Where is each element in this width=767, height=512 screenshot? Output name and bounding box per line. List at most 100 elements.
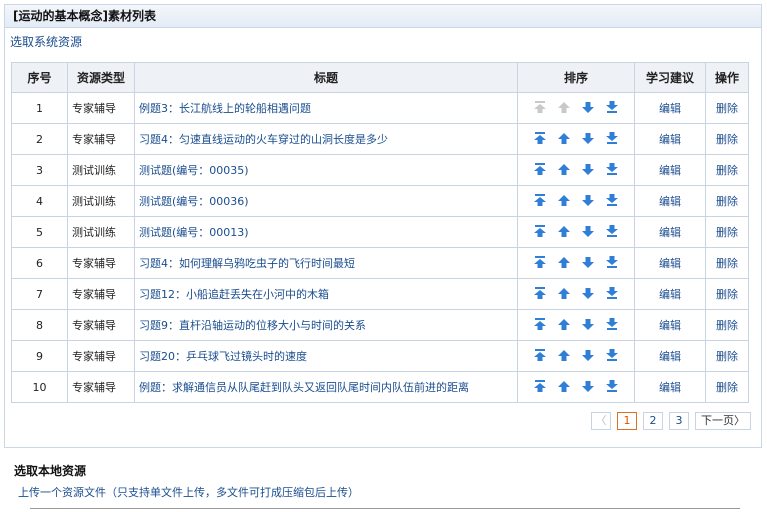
row-title-link[interactable]: 测试题(编号：00036) (139, 195, 249, 208)
move-up-icon[interactable] (557, 379, 571, 396)
move-down-icon[interactable] (581, 131, 595, 148)
move-bottom-icon[interactable] (605, 348, 619, 365)
move-bottom-icon[interactable] (605, 131, 619, 148)
upload-resource-link[interactable]: 上传一个资源文件（只支持单文件上传，多文件可打成压缩包后上传） (18, 484, 359, 500)
move-up-icon[interactable] (557, 348, 571, 365)
select-system-resource-link[interactable]: 选取系统资源 (10, 33, 82, 50)
move-up-icon[interactable] (557, 193, 571, 210)
table-row: 4 测试训练 测试题(编号：00036) 编辑 删除 (11, 185, 749, 217)
move-down-icon[interactable] (581, 255, 595, 272)
table-row: 10 专家辅导 例题：求解通信员从队尾赶到队头又返回队尾时间内队伍前进的距离 编辑 删除 (11, 371, 749, 403)
sort-controls (518, 224, 634, 241)
row-title-link[interactable]: 习题20：乒乓球飞过镜头时的速度 (139, 350, 307, 363)
move-up-icon[interactable] (557, 255, 571, 272)
page-3-button[interactable]: 3 (669, 412, 689, 430)
move-top-icon[interactable] (533, 255, 547, 272)
move-down-icon[interactable] (581, 162, 595, 179)
move-bottom-icon[interactable] (605, 100, 619, 117)
move-down-icon[interactable] (581, 317, 595, 334)
edit-suggestion-link[interactable]: 编辑 (659, 164, 681, 177)
pagination: 〈 1 2 3 下一页〉 (591, 412, 751, 430)
col-header-action: 操作 (705, 62, 749, 93)
move-top-icon[interactable] (533, 224, 547, 241)
delete-link[interactable]: 删除 (716, 164, 738, 177)
move-top-icon[interactable] (533, 348, 547, 365)
row-title-link[interactable]: 例题：求解通信员从队尾赶到队头又返回队尾时间内队伍前进的距离 (139, 381, 469, 394)
row-title-link[interactable]: 习题9：直杆沿轴运动的位移大小与时间的关系 (139, 319, 366, 332)
move-top-icon[interactable] (533, 100, 547, 117)
edit-suggestion-link[interactable]: 编辑 (659, 319, 681, 332)
row-number: 2 (11, 123, 68, 155)
edit-suggestion-link[interactable]: 编辑 (659, 288, 681, 301)
move-down-icon[interactable] (581, 100, 595, 117)
move-top-icon[interactable] (533, 379, 547, 396)
row-resource-type: 专家辅导 (67, 340, 135, 372)
move-bottom-icon[interactable] (605, 162, 619, 179)
move-top-icon[interactable] (533, 193, 547, 210)
sort-controls (518, 162, 634, 179)
move-top-icon[interactable] (533, 317, 547, 334)
move-up-icon[interactable] (557, 224, 571, 241)
move-top-icon[interactable] (533, 162, 547, 179)
edit-suggestion-link[interactable]: 编辑 (659, 257, 681, 270)
sort-controls (518, 348, 634, 365)
delete-link[interactable]: 删除 (716, 133, 738, 146)
move-down-icon[interactable] (581, 193, 595, 210)
row-title-link[interactable]: 测试题(编号：00013) (139, 226, 249, 239)
divider (30, 508, 740, 509)
next-page-button[interactable]: 下一页〉 (695, 412, 751, 430)
edit-suggestion-link[interactable]: 编辑 (659, 226, 681, 239)
table-row: 3 测试训练 测试题(编号：00035) 编辑 删除 (11, 154, 749, 186)
move-down-icon[interactable] (581, 224, 595, 241)
move-bottom-icon[interactable] (605, 286, 619, 303)
row-title-link[interactable]: 习题4：如何理解乌鸦吃虫子的飞行时间最短 (139, 257, 355, 270)
move-up-icon[interactable] (557, 131, 571, 148)
delete-link[interactable]: 删除 (716, 319, 738, 332)
prev-page-button[interactable]: 〈 (591, 412, 611, 430)
move-bottom-icon[interactable] (605, 255, 619, 272)
move-up-icon[interactable] (557, 286, 571, 303)
row-title-link[interactable]: 习题12：小船追赶丢失在小河中的木箱 (139, 288, 329, 301)
page-1-button[interactable]: 1 (617, 412, 637, 430)
move-down-icon[interactable] (581, 348, 595, 365)
move-top-icon[interactable] (533, 131, 547, 148)
move-up-icon[interactable] (557, 317, 571, 334)
delete-link[interactable]: 删除 (716, 288, 738, 301)
move-up-icon[interactable] (557, 100, 571, 117)
row-title-link[interactable]: 习题4：匀速直线运动的火车穿过的山洞长度是多少 (139, 133, 388, 146)
move-top-icon[interactable] (533, 286, 547, 303)
row-number: 10 (11, 371, 68, 403)
move-up-icon[interactable] (557, 162, 571, 179)
move-bottom-icon[interactable] (605, 224, 619, 241)
edit-suggestion-link[interactable]: 编辑 (659, 350, 681, 363)
edit-suggestion-link[interactable]: 编辑 (659, 102, 681, 115)
col-header-type: 资源类型 (67, 62, 135, 93)
col-header-sort: 排序 (517, 62, 635, 93)
delete-link[interactable]: 删除 (716, 102, 738, 115)
edit-suggestion-link[interactable]: 编辑 (659, 381, 681, 394)
row-number: 5 (11, 216, 68, 248)
panel-title: [运动的基本概念]素材列表 (5, 5, 761, 28)
delete-link[interactable]: 删除 (716, 381, 738, 394)
delete-link[interactable]: 删除 (716, 226, 738, 239)
row-title-link[interactable]: 例题3：长江航线上的轮船相遇问题 (139, 102, 311, 115)
edit-suggestion-link[interactable]: 编辑 (659, 195, 681, 208)
page-2-button[interactable]: 2 (643, 412, 663, 430)
move-down-icon[interactable] (581, 286, 595, 303)
delete-link[interactable]: 删除 (716, 257, 738, 270)
move-bottom-icon[interactable] (605, 379, 619, 396)
row-number: 8 (11, 309, 68, 341)
move-bottom-icon[interactable] (605, 193, 619, 210)
table-row: 5 测试训练 测试题(编号：00013) 编辑 删除 (11, 216, 749, 248)
col-header-number: 序号 (11, 62, 68, 93)
row-resource-type: 测试训练 (67, 154, 135, 186)
move-down-icon[interactable] (581, 379, 595, 396)
local-resource-title: 选取本地资源 (14, 464, 87, 478)
delete-link[interactable]: 删除 (716, 350, 738, 363)
edit-suggestion-link[interactable]: 编辑 (659, 133, 681, 146)
row-title-link[interactable]: 测试题(编号：00035) (139, 164, 249, 177)
move-bottom-icon[interactable] (605, 317, 619, 334)
sort-controls (518, 193, 634, 210)
delete-link[interactable]: 删除 (716, 195, 738, 208)
row-resource-type: 测试训练 (67, 216, 135, 248)
